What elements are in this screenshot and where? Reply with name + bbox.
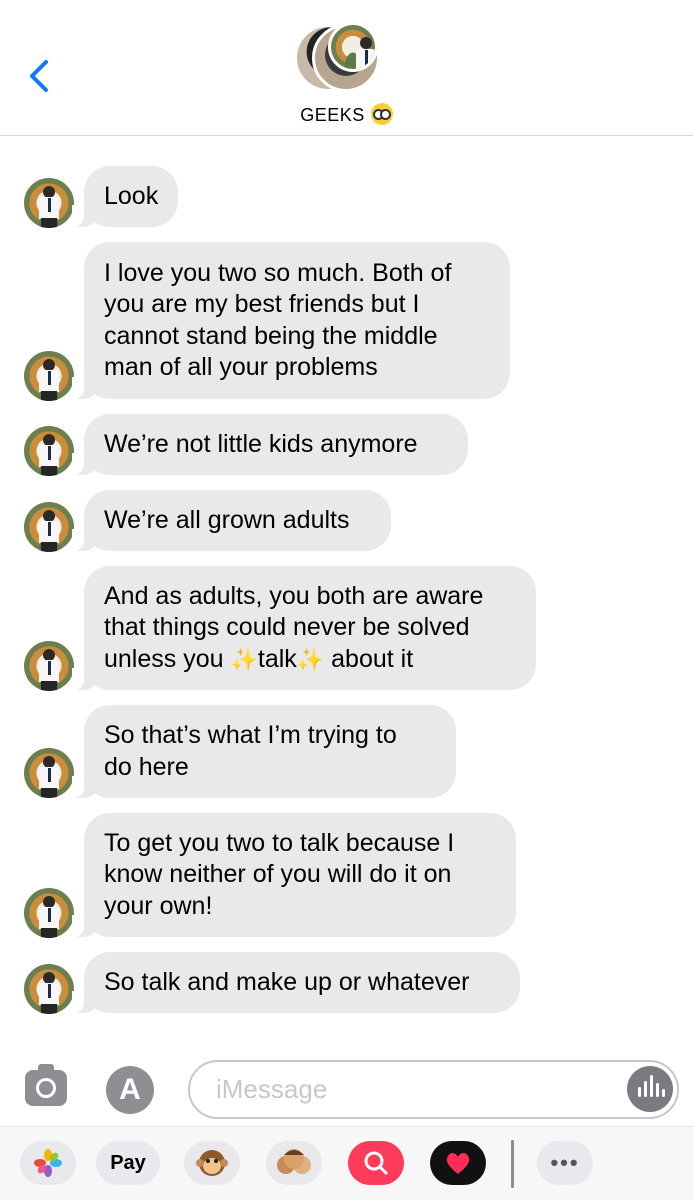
sender-avatar[interactable]	[24, 178, 74, 228]
message-line: talk	[257, 644, 297, 673]
photos-app-icon[interactable]	[20, 1141, 76, 1185]
group-avatar-stack[interactable]	[294, 22, 400, 94]
message-bubble[interactable]: And as adults, you both are aware that th…	[72, 566, 536, 690]
message-bubble[interactable]: Look	[71, 166, 179, 227]
message-bubble[interactable]: We’re not little kids anymore	[72, 414, 468, 475]
sender-avatar[interactable]	[24, 964, 74, 1014]
drawer-divider	[511, 1140, 514, 1188]
image-search-app-icon[interactable]	[348, 1141, 404, 1185]
apple-pay-label: Pay	[110, 1151, 146, 1174]
message-text: I love you two so much. Both of you are …	[104, 258, 452, 382]
message-text: And as adults, you both are aware that th…	[104, 581, 483, 676]
message-text: To get you two to talk because I know ne…	[104, 828, 455, 920]
sparkles-icon: ✨	[296, 646, 325, 672]
group-name-text: GEEKS	[300, 105, 365, 125]
sender-avatar[interactable]	[24, 641, 74, 691]
sender-avatar[interactable]	[24, 351, 74, 401]
message-text: So that’s what I’m trying to do here	[104, 721, 397, 781]
message-text: We’re all grown adults	[104, 505, 350, 534]
nerd-face-icon	[370, 103, 393, 125]
conversation-header: GEEKS	[0, 0, 693, 136]
sender-avatar[interactable]	[24, 502, 74, 552]
message-bubble[interactable]: To get you two to talk because I know ne…	[72, 813, 516, 937]
animoji-monkey-icon[interactable]	[184, 1141, 240, 1185]
imessage-input[interactable]: iMessage	[188, 1060, 679, 1119]
message-text: Look	[104, 181, 159, 210]
message-text: We’re not little kids anymore	[104, 429, 418, 458]
message-line: unless you	[104, 644, 231, 673]
group-member-avatar	[328, 22, 378, 72]
message-line: And as adults, you both are aware	[104, 581, 484, 610]
message-bubble[interactable]: I love you two so much. Both of you are …	[72, 242, 510, 399]
message-bubble[interactable]: So talk and make up or whatever	[72, 952, 520, 1013]
sender-avatar[interactable]	[24, 748, 74, 798]
audio-message-icon[interactable]	[627, 1066, 673, 1112]
memoji-stickers-icon[interactable]	[266, 1141, 322, 1185]
message-text: So talk and make up or whatever	[104, 967, 470, 996]
sparkles-icon: ✨	[230, 646, 258, 672]
more-apps-icon[interactable]: •••	[537, 1141, 593, 1185]
group-name[interactable]: GEEKS	[0, 103, 693, 126]
app-store-icon[interactable]: A	[106, 1066, 154, 1114]
message-line: about it	[324, 644, 414, 673]
camera-icon[interactable]	[25, 1064, 67, 1106]
sender-avatar[interactable]	[24, 426, 74, 476]
digital-touch-icon[interactable]	[430, 1141, 486, 1185]
message-bubble[interactable]: We’re all grown adults	[72, 490, 391, 551]
message-line: that things could never be solved	[104, 613, 470, 642]
sender-avatar[interactable]	[24, 888, 74, 938]
back-chevron-icon[interactable]	[24, 56, 58, 96]
message-bubble[interactable]: So that’s what I’m trying to do here	[72, 705, 456, 798]
apple-pay-app-icon[interactable]: Pay	[96, 1141, 160, 1185]
